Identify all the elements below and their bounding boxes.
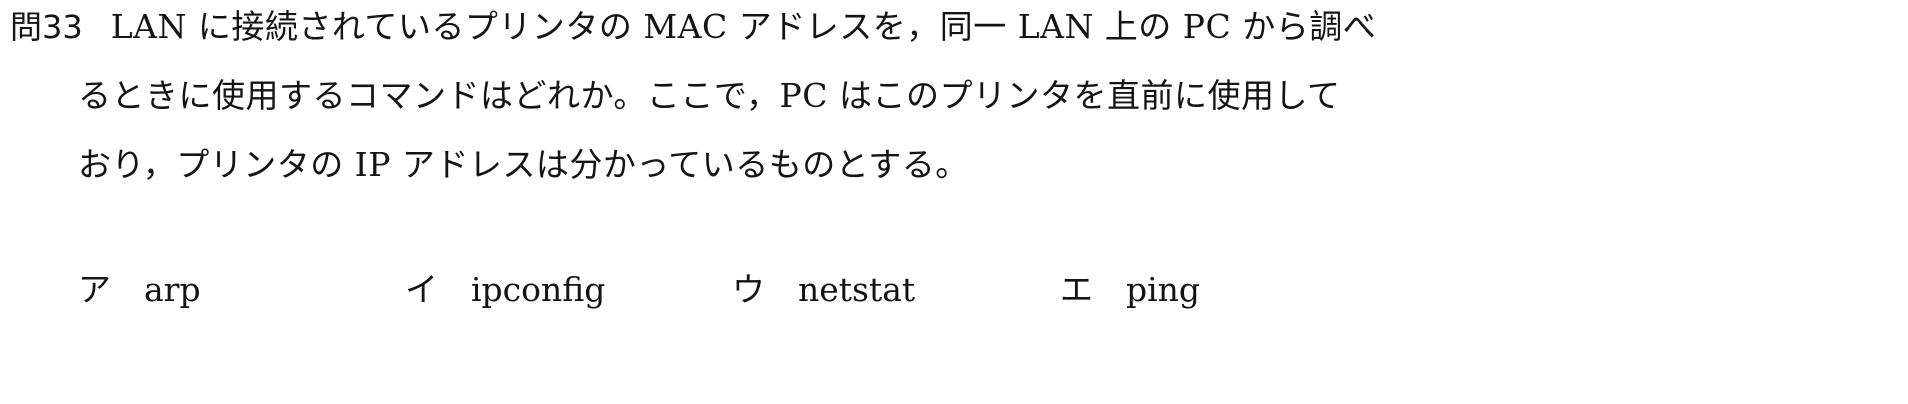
question-line-1: 問33 LAN に接続されているプリンタの MAC アドレスを，同一 LAN 上の…: [10, 5, 1376, 49]
question-block: 問33 LAN に接続されているプリンタの MAC アドレスを，同一 LAN 上の…: [0, 0, 1908, 404]
choice-i-text: ipconfig: [471, 270, 606, 309]
choice-a[interactable]: ア arp: [78, 268, 201, 312]
question-number: 問33: [10, 8, 83, 46]
question-line-3: おり，プリンタの IP アドレスは分かっているものとする。: [78, 145, 969, 184]
choice-u[interactable]: ウ netstat: [732, 268, 915, 312]
choice-a-mark: ア: [78, 270, 111, 309]
choice-u-mark: ウ: [732, 270, 765, 309]
question-line-2: るときに使用するコマンドはどれか。ここで，PC はこのプリンタを直前に使用して: [78, 76, 1341, 115]
choice-e-mark: エ: [1060, 270, 1093, 309]
question-text-1: LAN に接続されているプリンタの MAC アドレスを，同一 LAN 上の PC…: [110, 7, 1377, 46]
answer-choices: ア arp イ ipconfig ウ netstat エ ping: [0, 268, 1908, 318]
choice-a-text: arp: [144, 270, 201, 309]
choice-e[interactable]: エ ping: [1060, 268, 1200, 312]
choice-e-text: ping: [1126, 270, 1201, 309]
choice-i-mark: イ: [405, 270, 438, 309]
choice-i[interactable]: イ ipconfig: [405, 268, 605, 312]
choice-u-text: netstat: [798, 270, 916, 309]
